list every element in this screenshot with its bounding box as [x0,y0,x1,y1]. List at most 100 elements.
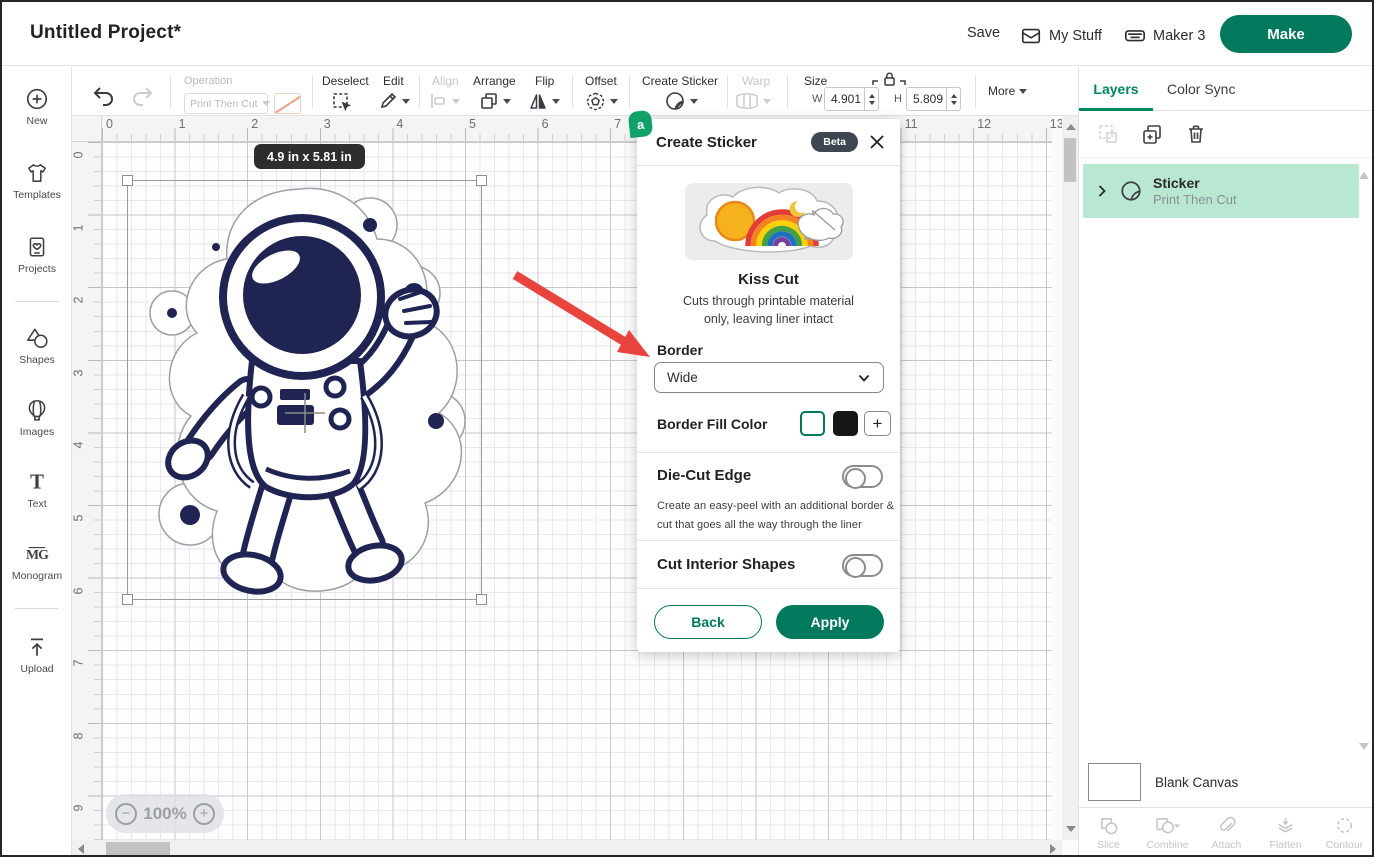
upload-icon [25,635,49,659]
layer-row-sticker[interactable]: Sticker Print Then Cut [1083,164,1359,218]
ruler-number: 3 [72,369,85,376]
chevron-down-icon [552,99,560,104]
selection-handle-top-right[interactable] [476,175,487,186]
horizontal-scrollbar[interactable] [72,840,1062,857]
warp-label: Warp [742,74,770,88]
operation-select[interactable]: Print Then Cut [184,93,268,114]
create-sticker-label: Create Sticker [642,74,718,88]
tab-layers[interactable]: Layers [1079,67,1153,111]
kiss-cut-description: Cuts through printable material [637,294,900,308]
edit-button[interactable] [378,91,410,111]
operation-color-swatch[interactable] [274,93,301,114]
toolbar-divider [727,75,728,108]
canvas-grid[interactable] [102,142,1052,840]
stepper-up-icon[interactable] [869,94,875,98]
toolbar-divider [572,75,573,108]
scroll-down-icon[interactable] [1066,826,1076,832]
sidebar-item-text[interactable]: T Text [2,470,72,510]
panel-scroll-down-icon[interactable] [1359,743,1369,750]
scroll-right-icon[interactable] [1050,844,1056,854]
align-button [428,91,460,111]
sidebar-item-shapes[interactable]: Shapes [2,326,72,366]
create-sticker-button[interactable] [664,90,698,112]
width-stepper[interactable] [864,87,879,111]
fill-swatch-white-selected[interactable] [800,411,825,436]
cut-interior-shapes-toggle[interactable] [842,554,883,577]
scroll-up-icon[interactable] [1066,124,1076,130]
left-sidebar: New Templates Projects Shapes Images T T… [2,67,72,857]
add-fill-color-button[interactable]: + [864,411,891,436]
balloon-icon [25,398,49,422]
border-select[interactable]: Wide [654,362,884,393]
align-label: Align [432,74,459,88]
fill-swatch-black[interactable] [833,411,858,436]
plus-circle-icon [25,87,49,111]
header: Untitled Project* Save My Stuff Maker 3 … [2,2,1372,66]
sidebar-item-monogram[interactable]: MG Monogram [2,542,72,582]
close-icon[interactable] [868,133,886,151]
project-title[interactable]: Untitled Project* [30,22,181,44]
sidebar-item-upload[interactable]: Upload [2,635,72,675]
panel-tabs: Layers Color Sync [1079,67,1374,111]
scroll-left-icon[interactable] [78,844,84,854]
stepper-down-icon[interactable] [951,101,957,105]
deselect-icon[interactable] [331,91,353,113]
panel-scroll-up-icon[interactable] [1359,172,1369,179]
sticker-layer-icon [1119,179,1143,203]
machine-button[interactable]: Maker 3 [1124,25,1205,47]
stepper-down-icon[interactable] [869,101,875,105]
height-stepper[interactable] [946,87,961,111]
sidebar-item-new[interactable]: New [2,87,72,127]
layer-text: Sticker Print Then Cut [1153,175,1237,207]
chevron-right-icon[interactable] [1095,184,1109,198]
chevron-down-icon [690,99,698,104]
design-canvas[interactable]: 012345678910111213 0123456789 [72,116,1078,857]
more-button[interactable]: More [988,84,1027,98]
blank-canvas-swatch[interactable] [1088,763,1141,801]
stepper-up-icon[interactable] [951,94,957,98]
zoom-out-button[interactable]: − [115,803,137,825]
combine-button: Combine [1138,808,1197,857]
selection-handle-bottom-left[interactable] [122,594,133,605]
vertical-scroll-thumb[interactable] [1064,138,1076,182]
layers-panel: Layers Color Sync Sticker Print Then Cut… [1078,67,1374,857]
tab-color-sync[interactable]: Color Sync [1167,67,1235,111]
horizontal-scroll-thumb[interactable] [106,842,170,855]
back-button[interactable]: Back [654,605,762,639]
width-input[interactable]: 4.901 [824,87,864,111]
modal-divider [637,540,900,541]
redo-icon[interactable] [130,86,154,106]
apply-button[interactable]: Apply [776,605,884,639]
lock-icon[interactable] [872,71,906,87]
selection-handle-top-left[interactable] [122,175,133,186]
zoom-in-button[interactable]: + [193,803,215,825]
selection-handle-bottom-right[interactable] [476,594,487,605]
beta-badge: Beta [811,132,858,152]
trash-icon[interactable] [1185,123,1207,145]
sidebar-item-images[interactable]: Images [2,398,72,438]
annotation-tag: a [628,110,654,138]
make-button[interactable]: Make [1220,15,1352,53]
die-cut-edge-toggle[interactable] [842,465,883,488]
sidebar-item-templates[interactable]: Templates [2,161,72,201]
ruler-number: 6 [72,587,85,594]
astronaut-sticker-image[interactable] [128,181,483,601]
sidebar-item-projects[interactable]: Projects [2,235,72,275]
selection-bounding-box[interactable] [127,180,482,600]
my-stuff-button[interactable]: My Stuff [1020,25,1102,47]
undo-icon[interactable] [92,86,116,106]
offset-icon [585,91,606,112]
save-button[interactable]: Save [967,25,1000,41]
height-input[interactable]: 5.809 [906,87,946,111]
duplicate-icon[interactable] [1141,123,1163,145]
die-cut-description: cut that goes all the way through the li… [657,519,862,531]
edit-toolbar: Operation Print Then Cut Deselect Edit A… [72,67,1078,116]
flip-button[interactable] [528,91,560,111]
blank-canvas-row[interactable]: Blank Canvas [1079,757,1374,807]
toolbar-divider [975,75,976,108]
modal-divider [637,588,900,589]
offset-button[interactable] [585,91,618,112]
arrange-button[interactable] [479,91,511,111]
toolbar-divider [419,75,420,108]
vertical-scrollbar[interactable] [1062,116,1078,840]
